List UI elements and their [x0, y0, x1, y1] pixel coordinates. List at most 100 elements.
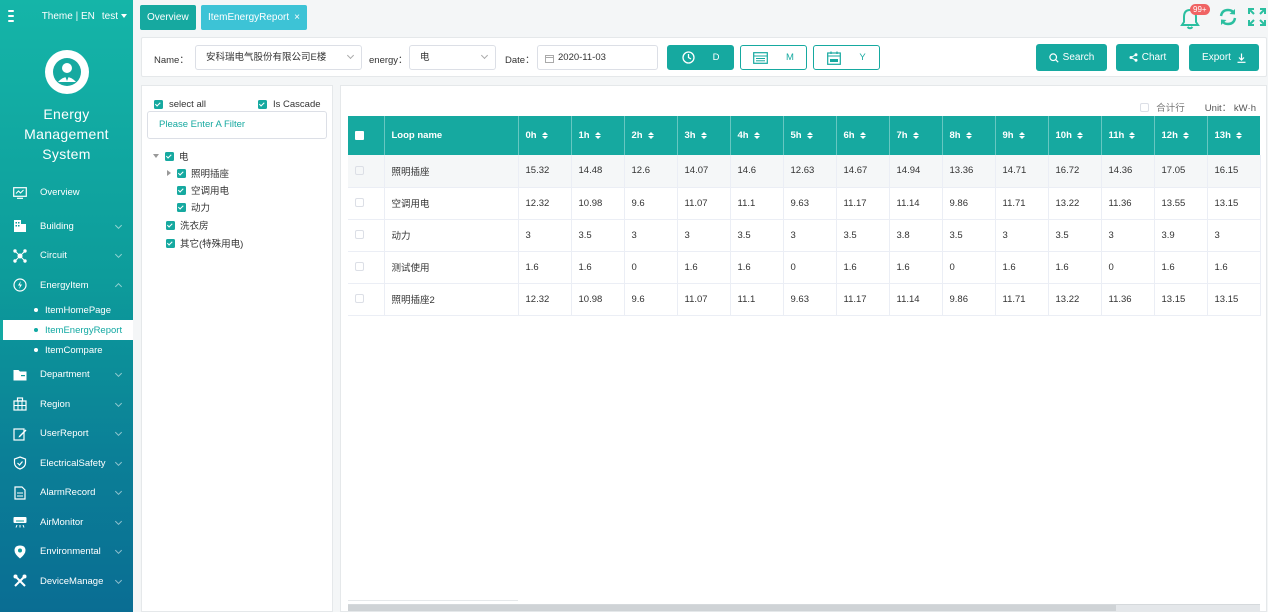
- checkbox-checked-icon[interactable]: [177, 185, 186, 195]
- sidebar-item-electricalsafety[interactable]: ElectricalSafety: [0, 449, 133, 479]
- column-header-5h[interactable]: 5h: [783, 116, 837, 155]
- name-select[interactable]: 安科瑞电气股份有限公司E楼: [195, 45, 362, 70]
- sort-icon: [1129, 131, 1136, 139]
- scrollbar-thumb[interactable]: [348, 605, 1116, 611]
- sort-icon: [700, 131, 707, 139]
- chart-button[interactable]: Chart: [1116, 44, 1179, 71]
- column-header-10h[interactable]: 10h: [1048, 116, 1102, 155]
- sidebar-subitem-itemcompare[interactable]: ItemCompare: [0, 340, 133, 360]
- tree-node-lighting[interactable]: 照明插座: [167, 166, 229, 180]
- sidebar-item-devicemanage[interactable]: DeviceManage: [0, 567, 133, 597]
- tree-filter-input[interactable]: Please Enter A Filter: [147, 111, 327, 139]
- air-conditioner-icon: [12, 514, 28, 530]
- column-header-3h[interactable]: 3h: [677, 116, 731, 155]
- table-row[interactable]: 空调用电 12.32 10.98 9.6 11.07 11.1 9.63 11.17 11.14…: [348, 187, 1261, 220]
- column-header-4h[interactable]: 4h: [730, 116, 784, 155]
- user-menu[interactable]: test: [102, 11, 127, 22]
- caret-right-icon[interactable]: [167, 170, 171, 176]
- column-header-1h[interactable]: 1h: [571, 116, 625, 155]
- document-icon: [12, 485, 28, 501]
- column-header-9h[interactable]: 9h: [995, 116, 1049, 155]
- checkbox-checked-icon[interactable]: [177, 168, 186, 178]
- value-cell: 0: [624, 251, 678, 284]
- value-cell: 15.32: [518, 155, 572, 188]
- building-icon: [12, 218, 28, 234]
- value-cell: 9.86: [942, 187, 996, 220]
- sidebar-item-department[interactable]: Department: [0, 360, 133, 390]
- tab-itemenergyreport[interactable]: ItemEnergyReport ×: [201, 5, 307, 30]
- chevron-down-icon: [114, 517, 123, 525]
- checkbox-checked-icon[interactable]: [166, 238, 175, 248]
- tree-node-aircon[interactable]: 空调用电: [177, 183, 229, 197]
- period-year-button[interactable]: Y: [813, 45, 880, 70]
- sidebar-item-region[interactable]: Region: [0, 390, 133, 420]
- sidebar-item-alarmrecord[interactable]: AlarmRecord: [0, 478, 133, 508]
- value-cell: 0: [783, 251, 837, 284]
- tree-node-other[interactable]: 其它(特殊用电): [166, 236, 243, 250]
- checkbox-checked-icon[interactable]: [177, 202, 186, 212]
- row-checkbox[interactable]: [348, 155, 385, 188]
- row-checkbox[interactable]: [348, 187, 385, 220]
- table-row[interactable]: 动力 3 3.5 3 3 3.5 3 3.5 3.8 3.5 3 3.5 3 3.9 3: [348, 219, 1261, 252]
- select-all-rows-checkbox[interactable]: [348, 116, 385, 155]
- horizontal-scrollbar[interactable]: [348, 604, 1260, 611]
- column-header-12h[interactable]: 12h: [1154, 116, 1208, 155]
- energy-select[interactable]: 电: [409, 45, 496, 70]
- caret-down-icon[interactable]: [153, 154, 159, 158]
- value-cell: 3: [783, 219, 837, 252]
- sort-icon: [647, 131, 654, 139]
- export-button[interactable]: Export: [1189, 44, 1259, 71]
- column-header-2h[interactable]: 2h: [624, 116, 678, 155]
- table-row[interactable]: 照明插座 15.32 14.48 12.6 14.07 14.6 12.63 14.67 14.…: [348, 155, 1261, 188]
- notification-badge: 99+: [1190, 4, 1210, 15]
- sidebar-item-building[interactable]: Building: [0, 212, 133, 242]
- column-header-8h[interactable]: 8h: [942, 116, 996, 155]
- column-header-13h[interactable]: 13h: [1207, 116, 1261, 155]
- checkbox-checked-icon[interactable]: [166, 220, 175, 230]
- column-header-7h[interactable]: 7h: [889, 116, 943, 155]
- value-cell: 13.15: [1207, 283, 1261, 316]
- value-cell: 16.72: [1048, 155, 1102, 188]
- table-row[interactable]: 测试使用 1.6 1.6 0 1.6 1.6 0 1.6 1.6 0 1.6 1.6 0 1.6 1.6: [348, 251, 1261, 284]
- column-header-11h[interactable]: 11h: [1101, 116, 1155, 155]
- chevron-down-icon: [346, 51, 355, 60]
- total-row-checkbox[interactable]: [1140, 102, 1150, 112]
- date-input[interactable]: 2020-11-03: [537, 45, 658, 70]
- is-cascade-checkbox[interactable]: Is Cascade: [258, 99, 321, 110]
- period-month-button[interactable]: M: [740, 45, 807, 70]
- close-icon[interactable]: ×: [294, 12, 300, 23]
- column-header-0h[interactable]: 0h: [518, 116, 572, 155]
- period-day-button[interactable]: D: [667, 45, 734, 70]
- value-cell: 3.5: [730, 219, 784, 252]
- tree-node-root[interactable]: 电: [153, 149, 189, 163]
- value-cell: 0: [1101, 251, 1155, 284]
- search-button[interactable]: Search: [1036, 44, 1107, 71]
- sidebar-item-environmental[interactable]: Environmental: [0, 537, 133, 567]
- tab-overview[interactable]: Overview: [140, 5, 196, 30]
- sidebar-subitem-itemhomepage[interactable]: ItemHomePage: [0, 300, 133, 320]
- fullscreen-button[interactable]: [1246, 6, 1268, 28]
- sidebar-item-userreport[interactable]: UserReport: [0, 419, 133, 449]
- value-cell: 13.22: [1048, 283, 1102, 316]
- notification-button[interactable]: 99+: [1180, 4, 1210, 30]
- row-checkbox[interactable]: [348, 283, 385, 316]
- hamburger-menu-icon[interactable]: [8, 10, 14, 22]
- sidebar-item-airmonitor[interactable]: AirMonitor: [0, 508, 133, 538]
- tree-node-power[interactable]: 动力: [177, 200, 210, 214]
- energy-label: energy：: [369, 55, 408, 66]
- tree-node-laundry[interactable]: 洗衣房: [166, 218, 209, 232]
- sidebar-item-energyitem[interactable]: EnergyItem: [0, 271, 133, 301]
- refresh-button[interactable]: [1217, 6, 1239, 28]
- calendar-month-icon: [753, 51, 768, 64]
- select-all-checkbox[interactable]: select all: [154, 99, 206, 110]
- table-row[interactable]: 照明插座2 12.32 10.98 9.6 11.07 11.1 9.63 11.17 11.1…: [348, 283, 1261, 316]
- sidebar-item-circuit[interactable]: Circuit: [0, 241, 133, 271]
- theme-language-switch[interactable]: Theme | EN: [42, 11, 95, 22]
- checkbox-checked-icon[interactable]: [165, 151, 174, 161]
- row-checkbox[interactable]: [348, 251, 385, 284]
- row-checkbox[interactable]: [348, 219, 385, 252]
- sidebar-item-overview[interactable]: Overview: [0, 178, 133, 208]
- sidebar-subitem-itemenergyreport[interactable]: ItemEnergyReport: [0, 320, 133, 340]
- value-cell: 11.71: [995, 283, 1049, 316]
- column-header-6h[interactable]: 6h: [836, 116, 890, 155]
